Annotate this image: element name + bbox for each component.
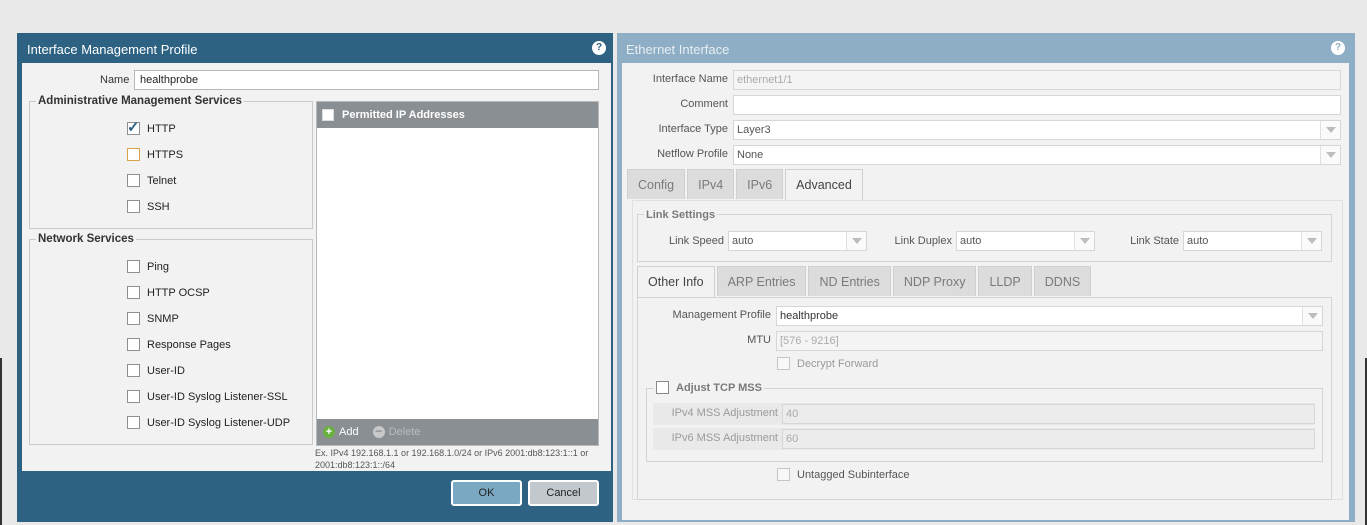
management-profile-select[interactable]: healthprobe (776, 306, 1323, 326)
left-edge-border (0, 358, 2, 525)
tab-config[interactable]: Config (627, 169, 686, 199)
add-icon: + (323, 426, 335, 438)
delete-button[interactable]: − Delete (372, 425, 420, 438)
admin-services-group (29, 101, 313, 229)
interface-name-input[interactable]: ethernet1/1 (733, 70, 1341, 90)
delete-icon: − (372, 425, 385, 438)
comment-input[interactable] (733, 95, 1341, 115)
name-input[interactable]: healthprobe (134, 70, 599, 90)
sub-tabs: Other Info ARP Entries ND Entries NDP Pr… (637, 266, 1092, 297)
link-state-select[interactable]: auto (1183, 231, 1322, 251)
decrypt-forward-checkbox[interactable]: Decrypt Forward (777, 357, 878, 370)
admin-services-title: Administrative Management Services (36, 95, 244, 107)
snmp-checkbox[interactable]: SNMP (127, 312, 179, 325)
management-profile-label: Management Profile (672, 309, 771, 321)
subtab-nd-entries[interactable]: ND Entries (808, 266, 891, 296)
ipv6-mss-input[interactable]: 60 (782, 429, 1315, 449)
dialog-body: Name healthprobe Administrative Manageme… (22, 63, 611, 471)
user-id-syslog-ssl-checkbox[interactable]: User-ID Syslog Listener-SSL (127, 390, 288, 403)
link-duplex-select[interactable]: auto (956, 231, 1095, 251)
interface-type-label: Interface Type (658, 123, 728, 135)
name-label: Name (100, 74, 130, 86)
grid-header-label: Permitted IP Addresses (342, 109, 465, 121)
dialog-title: Interface Management Profile (27, 42, 198, 57)
tab-advanced[interactable]: Advanced (785, 169, 863, 200)
ipv6-mss-label: IPv6 MSS Adjustment (671, 432, 778, 444)
ssh-checkbox[interactable]: SSH (127, 200, 170, 213)
dialog-title: Ethernet Interface (626, 42, 730, 57)
user-id-syslog-udp-checkbox[interactable]: User-ID Syslog Listener-UDP (127, 416, 290, 429)
chevron-down-icon[interactable] (1301, 232, 1321, 250)
link-settings-title: Link Settings (644, 209, 718, 221)
main-tabs: Config IPv4 IPv6 Advanced (627, 169, 863, 200)
checkbox-checked[interactable] (127, 118, 140, 136)
mtu-input[interactable]: [576 - 9216] (776, 331, 1323, 351)
subtab-ndp-proxy[interactable]: NDP Proxy (892, 266, 977, 296)
cancel-button[interactable]: Cancel (528, 480, 599, 506)
netflow-profile-select[interactable]: None (733, 145, 1341, 165)
chevron-down-icon[interactable] (846, 232, 866, 250)
ipv4-mss-label: IPv4 MSS Adjustment (671, 407, 778, 419)
link-speed-label: Link Speed (668, 235, 724, 247)
subtab-ddns[interactable]: DDNS (1033, 266, 1092, 296)
interface-management-profile-dialog: Interface Management Profile ? Name heal… (17, 33, 613, 522)
chevron-down-icon[interactable] (1074, 232, 1094, 250)
subtab-other-info[interactable]: Other Info (637, 266, 715, 297)
https-checkbox[interactable]: HTTPS (127, 148, 183, 161)
chevron-down-icon[interactable] (1320, 146, 1340, 164)
link-speed-select[interactable]: auto (728, 231, 867, 251)
add-button[interactable]: + Add (323, 426, 359, 438)
checkbox[interactable] (127, 174, 140, 187)
telnet-checkbox[interactable]: Telnet (127, 174, 176, 187)
ipv4-mss-input[interactable]: 40 (782, 404, 1315, 424)
interface-name-label: Interface Name (652, 73, 728, 85)
ping-checkbox[interactable]: Ping (127, 260, 169, 273)
select-all-checkbox[interactable] (322, 109, 334, 121)
ip-hint-text: Ex. IPv4 192.168.1.1 or 192.168.1.0/24 o… (315, 448, 589, 470)
ok-button[interactable]: OK (451, 480, 522, 506)
response-pages-checkbox[interactable]: Response Pages (127, 338, 231, 351)
help-icon[interactable]: ? (1331, 41, 1345, 55)
link-duplex-label: Link Duplex (894, 235, 952, 247)
chevron-down-icon[interactable] (1302, 307, 1322, 325)
comment-label: Comment (680, 98, 728, 110)
adjust-tcp-mss-group (646, 388, 1323, 462)
grid-footer: + Add − Delete (317, 419, 598, 445)
tab-ipv6[interactable]: IPv6 (736, 169, 784, 199)
network-services-title: Network Services (36, 233, 136, 245)
subtab-lldp[interactable]: LLDP (978, 266, 1032, 296)
subtab-arp-entries[interactable]: ARP Entries (716, 266, 807, 296)
help-icon[interactable]: ? (592, 41, 606, 55)
interface-type-select[interactable]: Layer3 (733, 120, 1341, 140)
link-state-label: Link State (1130, 235, 1179, 247)
http-ocsp-checkbox[interactable]: HTTP OCSP (127, 286, 210, 299)
http-checkbox[interactable]: HTTP (127, 118, 176, 136)
ethernet-interface-dialog: Ethernet Interface ? Interface Name ethe… (617, 33, 1355, 522)
tab-ipv4[interactable]: IPv4 (687, 169, 735, 199)
grid-header: Permitted IP Addresses (317, 102, 598, 128)
untagged-subinterface-checkbox[interactable]: Untagged Subinterface (777, 468, 910, 481)
chevron-down-icon[interactable] (1320, 121, 1340, 139)
dialog-body: Interface Name ethernet1/1 Comment Inter… (622, 63, 1349, 520)
checkbox[interactable] (127, 200, 140, 213)
adjust-tcp-mss-checkbox[interactable]: Adjust TCP MSS (654, 381, 764, 394)
mtu-label: MTU (747, 334, 771, 346)
user-id-checkbox[interactable]: User-ID (127, 364, 185, 377)
checkbox[interactable] (127, 148, 140, 161)
netflow-profile-label: Netflow Profile (657, 148, 728, 160)
permitted-ip-grid: Permitted IP Addresses + Add − Delete (316, 101, 599, 446)
